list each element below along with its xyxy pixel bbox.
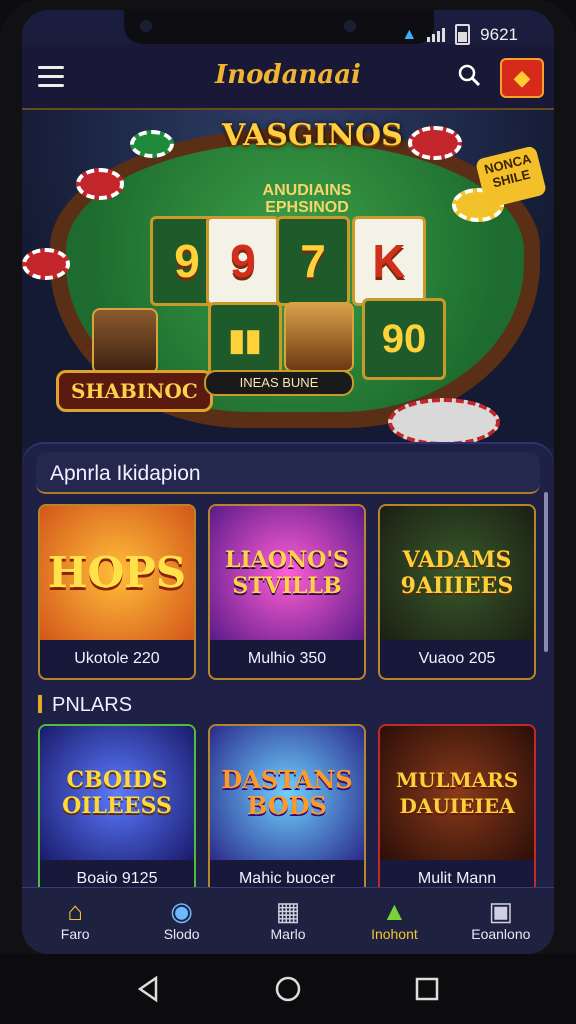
hero-badge: SHABINOC	[56, 370, 213, 412]
game-art: DASTANS BODS	[210, 726, 364, 860]
chip-stack-icon	[388, 398, 500, 446]
hero-banner[interactable]: VASGINOS ANUDIAINS EPHSINOD 9 9 7 K ▮▮ 9…	[22, 108, 554, 448]
camera-notch	[124, 10, 434, 44]
tab-wallet[interactable]: ▦ Marlo	[235, 888, 341, 954]
tab-slots[interactable]: ◉ Slodo	[128, 888, 234, 954]
battery-icon	[455, 24, 471, 45]
sensor-icon	[344, 20, 356, 32]
home-active-icon: ▲	[381, 896, 408, 926]
game-card[interactable]: DASTANS BODS Mahic buocer	[208, 724, 366, 900]
hero-title: VASGINOS	[222, 118, 403, 153]
player-portrait	[92, 308, 158, 374]
wifi-icon: ▲	[401, 25, 418, 43]
reel-3: 7	[276, 216, 350, 306]
signal-icon	[427, 27, 446, 42]
game-list: Apnrla Ikidapion HOPS Ukotole 220 LIAONO…	[22, 444, 554, 900]
bottom-tab-bar: ⌂ Faro ◉ Slodo ▦ Marlo ▲ Inohont ▣ Eoanl…	[22, 887, 554, 954]
game-art: LIAONO'S STVILLB	[210, 506, 364, 640]
game-art: VADAMS 9AIIIEES	[380, 506, 534, 640]
scrollbar[interactable]	[544, 492, 548, 652]
tab-home[interactable]: ⌂ Faro	[22, 888, 128, 954]
hero-subtitle: ANUDIAINS EPHSINOD	[262, 182, 352, 216]
game-art: HOPS	[40, 506, 194, 640]
game-card[interactable]: MULMARS DAUIEIEA Mulit Mann	[378, 724, 536, 900]
app-header: Inodanaai ◆	[22, 44, 554, 110]
gift-button[interactable]: ◆	[500, 58, 544, 98]
section-header: Apnrla Ikidapion	[36, 452, 540, 494]
chip-icon	[130, 130, 174, 158]
section-title-2: PNLARS	[38, 694, 132, 717]
home-icon: ⌂	[67, 896, 84, 926]
gift-icon: ◆	[513, 65, 531, 90]
game-caption: Ukotole 220	[74, 650, 160, 667]
tab-label: Faro	[60, 926, 90, 942]
game-art: CBOIDS OILEESS	[40, 726, 194, 860]
briefcase-icon: ▣	[488, 896, 514, 926]
game-card[interactable]: HOPS Ukotole 220	[38, 504, 196, 680]
reel-2: 9	[206, 216, 280, 306]
status-time: 9621	[480, 24, 518, 44]
tab-label: Eoanlono	[471, 926, 531, 942]
game-card[interactable]: LIAONO'S STVILLB Mulhio 350	[208, 504, 366, 680]
search-icon[interactable]	[458, 64, 480, 86]
chip-icon	[408, 126, 462, 160]
reel-small: 90	[362, 298, 446, 380]
status-bar: ▲ 9621	[401, 24, 518, 45]
phone-frame: ▲ 9621 Inodanaai ◆ VASGINOS ANUDIAINS EP…	[0, 0, 576, 1024]
back-icon[interactable]	[134, 974, 164, 1004]
camera-icon	[140, 20, 152, 32]
tab-profile[interactable]: ▣ Eoanlono	[448, 888, 554, 954]
tab-label: Marlo	[270, 926, 306, 942]
chip-icon	[76, 168, 124, 200]
home-button-icon[interactable]	[273, 974, 303, 1004]
game-caption: Vuaoo 205	[418, 650, 496, 667]
reel-bars: ▮▮	[208, 302, 282, 378]
section-title: Apnrla Ikidapion	[50, 462, 201, 485]
slots-icon: ◉	[170, 896, 193, 926]
player-portrait	[284, 302, 354, 372]
game-art: MULMARS DAUIEIEA	[380, 726, 534, 860]
jackpot-label: INEAS BUNE	[204, 370, 354, 396]
reel-4: K	[352, 216, 426, 306]
chip-icon	[22, 248, 70, 280]
game-card[interactable]: VADAMS 9AIIIEES Vuaoo 205	[378, 504, 536, 680]
app-screen: ▲ 9621 Inodanaai ◆ VASGINOS ANUDIAINS EP…	[22, 10, 554, 954]
game-card[interactable]: CBOIDS OILEESS Boaio 9125	[38, 724, 196, 900]
game-caption: Mulhio 350	[247, 650, 327, 667]
recents-icon[interactable]	[412, 974, 442, 1004]
promo-sign: NONCA SHILE	[474, 145, 548, 209]
system-nav-bar	[0, 954, 576, 1024]
tab-active[interactable]: ▲ Inohont	[341, 888, 447, 954]
wallet-icon: ▦	[275, 896, 301, 926]
tab-label: Slodo	[163, 926, 200, 942]
tab-label: Inohont	[371, 926, 418, 942]
